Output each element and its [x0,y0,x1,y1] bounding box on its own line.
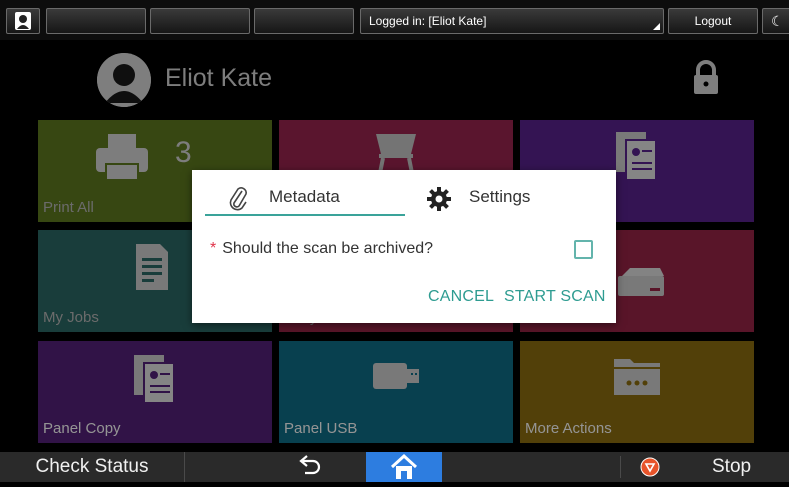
back-button[interactable] [285,452,335,482]
stop-button[interactable]: Stop [712,452,751,482]
user-icon [15,12,31,30]
archive-question-text: Should the scan be archived? [222,240,434,257]
tab-settings[interactable]: Settings [427,182,587,214]
tab-label: Settings [469,187,531,206]
start-scan-button[interactable]: START SCAN [504,288,606,306]
login-status-text: Logged in: [Eliot Kate] [369,14,487,28]
bottom-bar: Check Status Stop [0,452,789,482]
top-status-bar: Logged in: [Eliot Kate] Logout ☾ [0,0,789,40]
stop-icon[interactable] [640,457,660,477]
status-slot-3 [254,8,354,34]
home-button[interactable] [366,452,442,482]
login-status[interactable]: Logged in: [Eliot Kate] [360,8,664,34]
tab-label: Metadata [269,187,340,206]
cancel-button[interactable]: CANCEL [428,288,494,306]
status-slot-2 [150,8,250,34]
archive-question: * Should the scan be archived? [210,240,433,258]
home-icon [390,453,418,479]
paperclip-icon [229,187,247,211]
check-status-button[interactable]: Check Status [0,452,185,482]
gear-icon [427,187,451,211]
energy-saver-button[interactable]: ☾ [762,8,789,34]
moon-icon: ☾ [771,13,784,29]
expand-corner-icon [653,23,660,30]
status-slot-1 [46,8,146,34]
user-button[interactable] [6,8,40,34]
required-marker: * [210,240,217,257]
scan-dialog: Metadata Settings * Should the scan be ar… [192,170,616,323]
back-arrow-icon [299,455,321,475]
archive-checkbox[interactable] [574,240,593,259]
tab-metadata[interactable]: Metadata [205,182,405,216]
divider [620,456,621,478]
logout-button[interactable]: Logout [668,8,758,34]
